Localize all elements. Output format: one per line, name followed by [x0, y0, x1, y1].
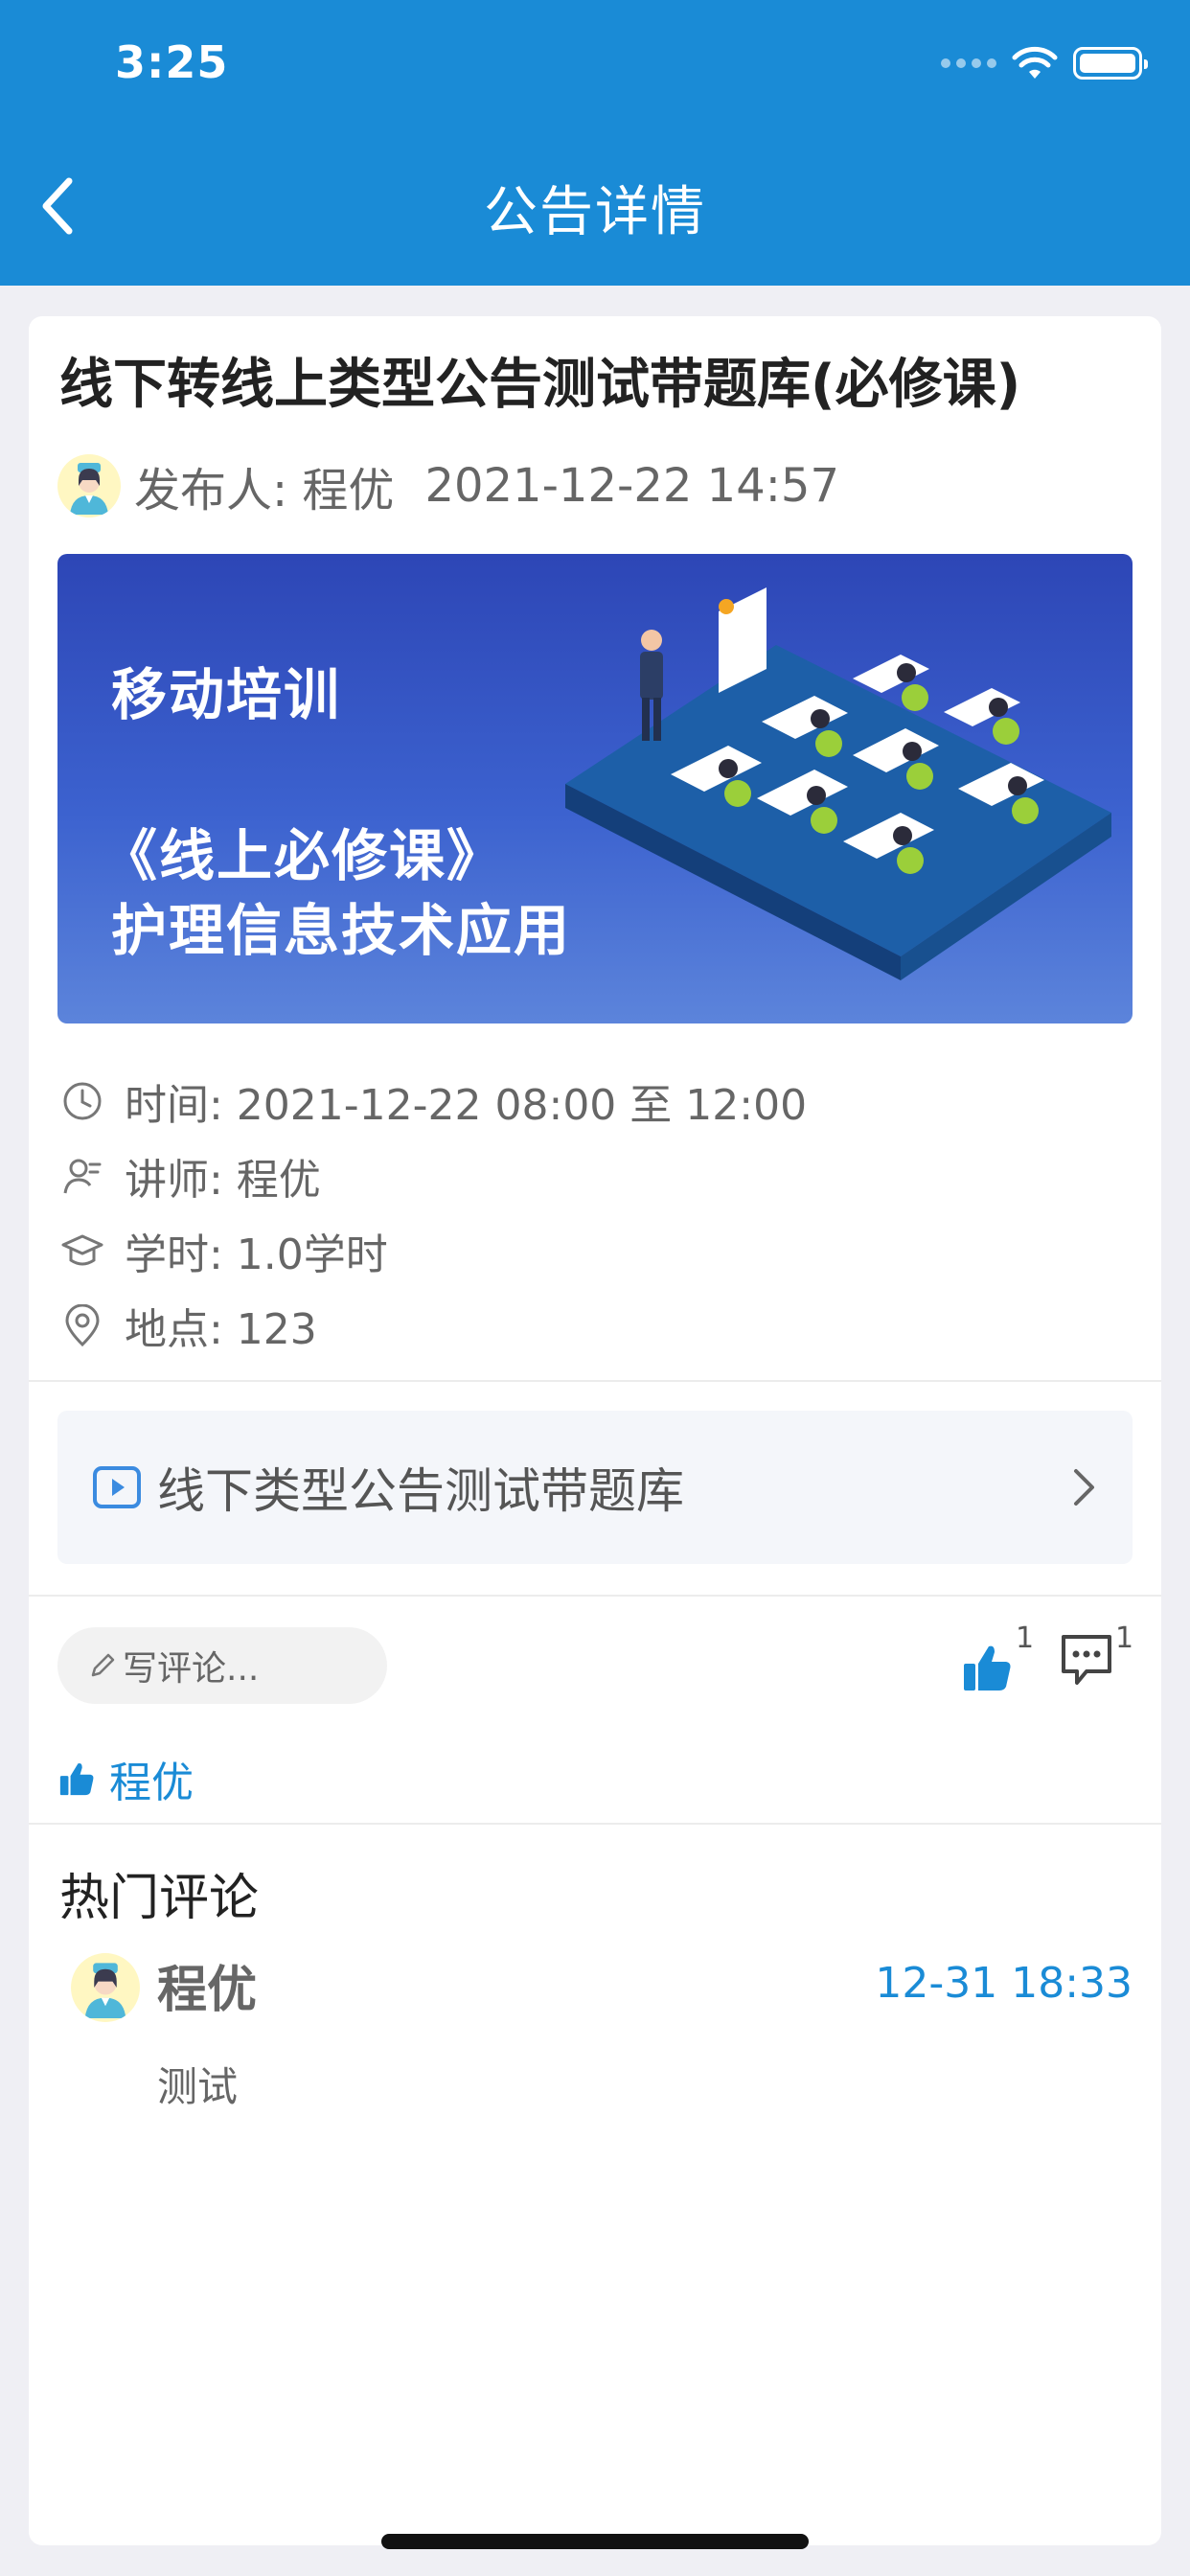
signal-icon — [941, 58, 996, 68]
info-location: 地点: 123 — [125, 1305, 317, 1354]
notice-title: 线下转线上类型公告测试带题库(必修课) — [59, 354, 1021, 416]
hot-comments-title: 热门评论 — [59, 1870, 260, 1927]
battery-icon — [1073, 47, 1148, 80]
banner-line-2: 《线上必修课》 — [102, 823, 505, 888]
publisher-label: 发布人: 程优 — [134, 464, 395, 518]
comment-time: 12-31 18:33 — [875, 1959, 1133, 2008]
comment-input[interactable]: 写评论... — [57, 1627, 387, 1704]
info-hours-row: 学时: 1.0学时 — [59, 1213, 807, 1288]
info-time-row: 时间: 2021-12-22 08:00 至 12:00 — [59, 1064, 807, 1138]
status-time: 3:25 — [115, 36, 229, 88]
banner-line-3: 护理信息技术应用 — [111, 898, 572, 963]
commenter-name: 程优 — [157, 1962, 258, 2019]
home-indicator[interactable] — [381, 2534, 809, 2549]
nurse-avatar-icon — [70, 463, 108, 515]
banner-line-1: 移动培训 — [111, 662, 342, 727]
notice-card: 线下转线上类型公告测试带题库(必修课) 发布人: 程优 2021-12-22 1… — [29, 316, 1161, 2545]
wifi-icon — [1012, 46, 1058, 79]
comment-text: 测试 — [157, 2063, 239, 2110]
chevron-right-icon — [1074, 1469, 1094, 1506]
liker-name[interactable]: 程优 — [109, 1748, 194, 1809]
comment-count: 1 — [1115, 1622, 1134, 1655]
course-banner: 移动培训 《线上必修课》 护理信息技术应用 — [57, 554, 1133, 1024]
comment-bubble-icon — [1062, 1635, 1111, 1685]
info-lecturer-row: 讲师: 程优 — [59, 1138, 807, 1213]
classroom-illustration — [565, 587, 1111, 980]
thumbs-up-icon — [964, 1645, 1011, 1690]
divider — [29, 1595, 1161, 1597]
clock-icon — [59, 1078, 105, 1124]
divider — [29, 1823, 1161, 1825]
publisher-avatar — [57, 454, 121, 518]
likers-row: 程优 — [57, 1748, 194, 1809]
nurse-avatar-icon — [84, 1963, 126, 2018]
graduation-cap-icon — [59, 1228, 105, 1274]
commenter-avatar — [71, 1953, 140, 2022]
page-title: 公告详情 — [484, 181, 706, 243]
lecturer-icon — [59, 1153, 105, 1199]
info-hours: 学时: 1.0学时 — [125, 1230, 388, 1279]
lesson-link[interactable]: 线下类型公告测试带题库 — [57, 1411, 1133, 1564]
info-location-row: 地点: 123 — [59, 1288, 807, 1363]
video-play-icon — [93, 1466, 141, 1508]
app-header: 3:25 公告详情 — [0, 0, 1190, 286]
status-icons — [941, 46, 1148, 80]
info-time: 时间: 2021-12-22 08:00 至 12:00 — [125, 1081, 808, 1130]
publisher-row: 发布人: 程优 2021-12-22 14:57 — [57, 452, 839, 519]
info-lecturer: 讲师: 程优 — [125, 1156, 321, 1205]
thumbs-up-small-icon — [59, 1763, 94, 1796]
course-info-list: 时间: 2021-12-22 08:00 至 12:00 讲师: 程优 学时: … — [59, 1064, 807, 1363]
publish-datetime: 2021-12-22 14:57 — [424, 459, 839, 513]
lesson-label: 线下类型公告测试带题库 — [157, 1463, 684, 1519]
like-count: 1 — [1016, 1622, 1035, 1655]
pencil-icon — [91, 1653, 115, 1677]
location-pin-icon — [59, 1302, 105, 1348]
divider — [29, 1380, 1161, 1382]
comment-placeholder: 写评论... — [123, 1649, 260, 1689]
